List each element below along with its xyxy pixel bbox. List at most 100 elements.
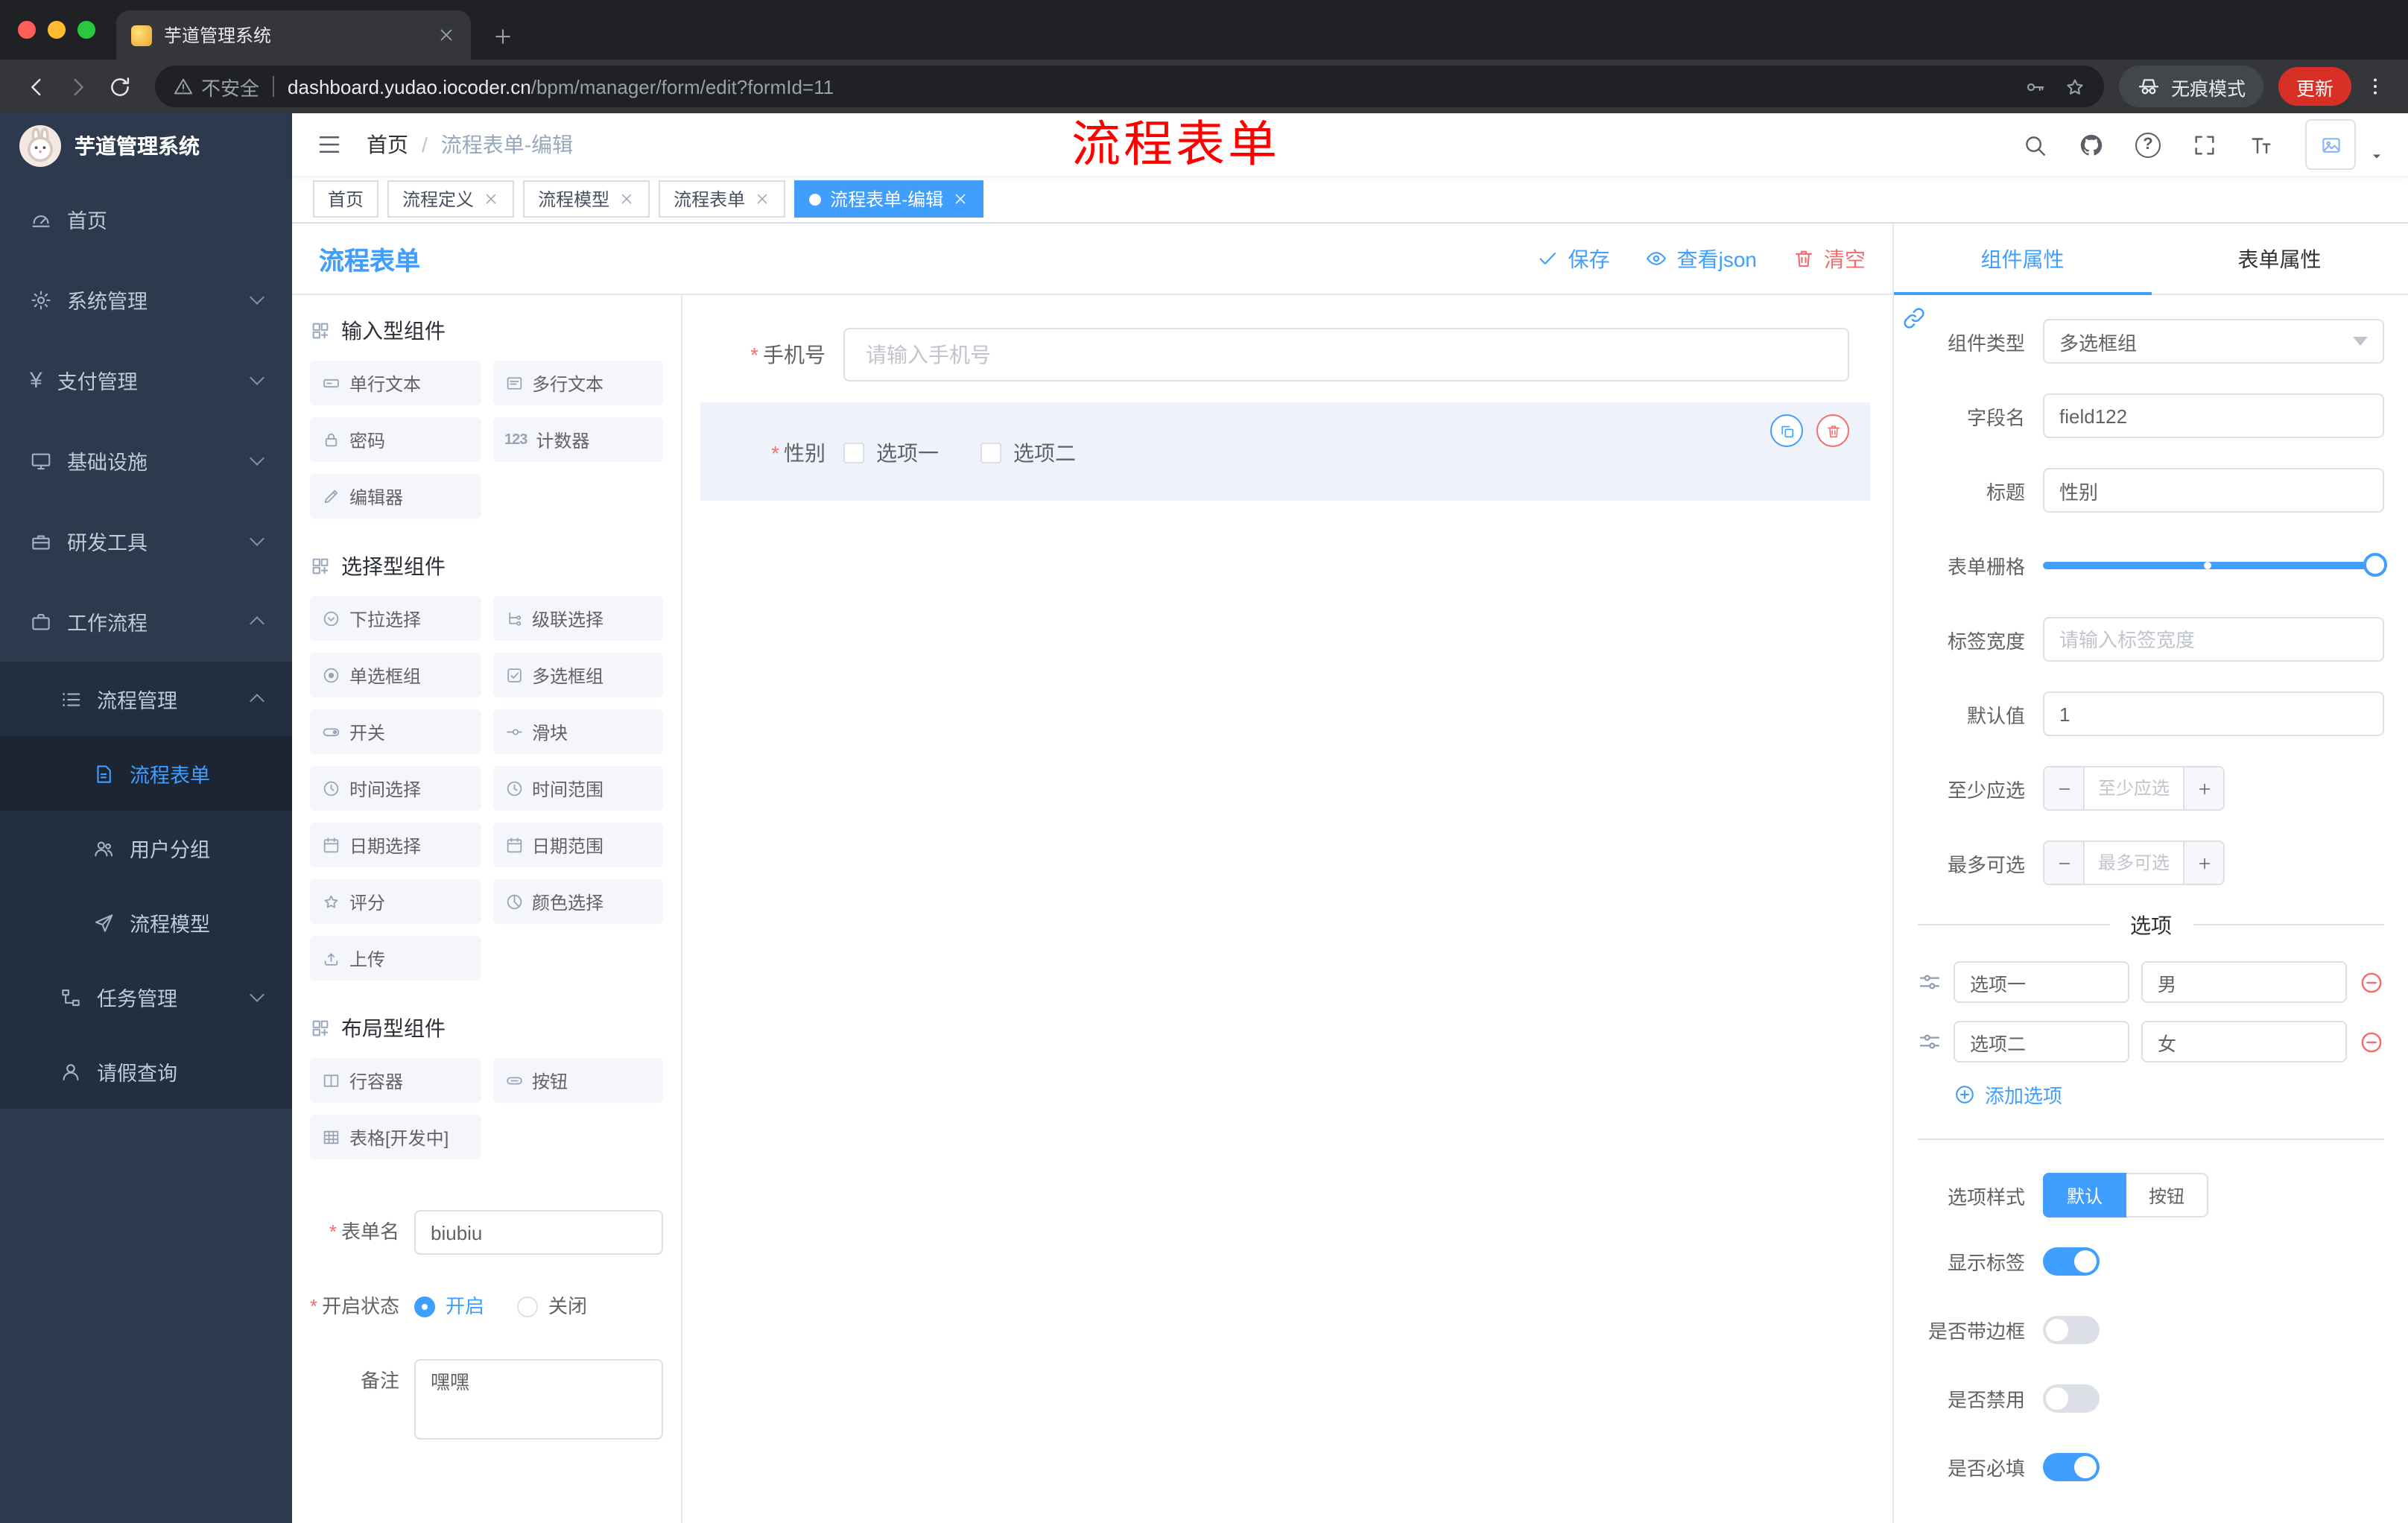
component-switch[interactable]: 开关 <box>310 709 481 754</box>
form-canvas[interactable]: 手机号 性别 选项一 <box>682 295 1892 1523</box>
component-upload[interactable]: 上传 <box>310 936 481 981</box>
sidebar-item-payment[interactable]: ¥ 支付管理 <box>0 340 292 420</box>
option-1-label-input[interactable] <box>1954 961 2129 1003</box>
component-date-picker[interactable]: 日期选择 <box>310 823 481 867</box>
remove-option-icon[interactable] <box>2359 969 2384 995</box>
component-color-picker[interactable]: 颜色选择 <box>492 879 663 924</box>
copy-widget-button[interactable] <box>1770 414 1803 447</box>
status-radio-on[interactable]: 开启 <box>414 1285 484 1329</box>
forward-button[interactable] <box>57 66 98 107</box>
sidebar-item-system[interactable]: 系统管理 <box>0 259 292 340</box>
browser-tab[interactable]: 芋道管理系统 <box>116 10 471 60</box>
drag-handle-icon[interactable] <box>1918 970 1942 994</box>
back-button[interactable] <box>15 66 57 107</box>
clear-button[interactable]: 清空 <box>1793 244 1866 273</box>
update-button[interactable]: 更新 <box>2278 67 2351 106</box>
style-default-button[interactable]: 默认 <box>2043 1173 2127 1218</box>
logo[interactable]: 芋道管理系统 <box>0 113 292 179</box>
slider-handle[interactable] <box>2363 553 2387 577</box>
zoom-window-button[interactable] <box>77 21 95 39</box>
phone-input[interactable] <box>843 328 1849 381</box>
stepper-plus-button[interactable] <box>2183 767 2223 809</box>
minimize-window-button[interactable] <box>48 21 66 39</box>
sidebar-toggle-icon[interactable] <box>316 131 343 158</box>
component-cascader[interactable]: 级联选择 <box>492 596 663 641</box>
remark-textarea[interactable]: 嘿嘿 <box>414 1359 663 1440</box>
close-tag-icon[interactable] <box>754 191 770 207</box>
save-button[interactable]: 保存 <box>1537 244 1610 273</box>
github-icon[interactable] <box>2079 132 2104 157</box>
option-1-value-input[interactable] <box>2141 961 2347 1003</box>
max-select-input[interactable] <box>2085 842 2183 884</box>
label-width-input[interactable] <box>2043 617 2384 662</box>
sidebar-item-leave-query[interactable]: 请假查询 <box>0 1034 292 1109</box>
component-radio-group[interactable]: 单选框组 <box>310 653 481 697</box>
sidebar-item-infra[interactable]: 基础设施 <box>0 420 292 501</box>
help-icon[interactable]: ? <box>2135 132 2161 157</box>
component-type-select[interactable]: 多选框组 <box>2043 319 2384 364</box>
min-select-input[interactable] <box>2085 767 2183 809</box>
close-tag-icon[interactable] <box>952 191 969 207</box>
component-time-range[interactable]: 时间范围 <box>492 766 663 811</box>
remove-option-icon[interactable] <box>2359 1029 2384 1054</box>
stepper-minus-button[interactable] <box>2044 767 2085 809</box>
font-size-icon[interactable] <box>2249 132 2274 157</box>
canvas-field-gender-selected[interactable]: 性别 选项一 选项二 <box>700 402 1870 501</box>
tab-form-props[interactable]: 表单属性 <box>2151 224 2408 294</box>
border-switch[interactable] <box>2043 1316 2100 1344</box>
delete-widget-button[interactable] <box>1816 414 1849 447</box>
component-rate[interactable]: 评分 <box>310 879 481 924</box>
component-checkbox-group[interactable]: 多选框组 <box>492 653 663 697</box>
close-tag-icon[interactable] <box>483 191 499 207</box>
field-name-input[interactable] <box>2043 393 2384 438</box>
option-2-value-input[interactable] <box>2141 1021 2347 1063</box>
view-json-button[interactable]: 查看json <box>1646 244 1757 273</box>
component-button[interactable]: 按钮 <box>492 1058 663 1103</box>
search-icon[interactable] <box>2022 132 2047 157</box>
link-icon[interactable] <box>1901 305 1927 335</box>
style-button-button[interactable]: 按钮 <box>2126 1173 2209 1218</box>
required-switch[interactable] <box>2043 1453 2100 1481</box>
tag-process-definition[interactable]: 流程定义 <box>387 180 515 218</box>
show-label-switch[interactable] <box>2043 1247 2100 1276</box>
breadcrumb-home[interactable]: 首页 <box>367 130 408 159</box>
tab-component-props[interactable]: 组件属性 <box>1894 224 2151 295</box>
component-password[interactable]: 密码 <box>310 417 481 462</box>
address-bar[interactable]: 不安全 dashboard.yudao.iocoder.cn /bpm/mana… <box>155 66 2104 107</box>
form-name-input[interactable] <box>414 1210 663 1255</box>
sidebar-item-process-mgmt[interactable]: 流程管理 <box>0 662 292 736</box>
component-single-line-text[interactable]: 单行文本 <box>310 361 481 405</box>
close-window-button[interactable] <box>18 21 36 39</box>
drag-handle-icon[interactable] <box>1918 1030 1942 1054</box>
reload-button[interactable] <box>98 66 140 107</box>
canvas-field-phone[interactable]: 手机号 <box>700 328 1870 381</box>
disabled-switch[interactable] <box>2043 1384 2100 1413</box>
bookmark-star-icon[interactable] <box>2064 75 2086 98</box>
gender-option-2-checkbox[interactable]: 选项二 <box>980 438 1076 468</box>
component-select[interactable]: 下拉选择 <box>310 596 481 641</box>
key-icon[interactable] <box>2024 75 2046 98</box>
component-table[interactable]: 表格[开发中] <box>310 1115 481 1159</box>
tag-home[interactable]: 首页 <box>313 180 379 218</box>
user-avatar[interactable] <box>2305 119 2356 170</box>
stepper-minus-button[interactable] <box>2044 842 2085 884</box>
component-date-range[interactable]: 日期范围 <box>492 823 663 867</box>
close-tab-icon[interactable] <box>437 25 456 45</box>
new-tab-button[interactable] <box>492 25 514 48</box>
component-time-picker[interactable]: 时间选择 <box>310 766 481 811</box>
component-slider[interactable]: 滑块 <box>492 709 663 754</box>
sidebar-item-user-group[interactable]: 用户分组 <box>0 811 292 885</box>
sidebar-item-workflow[interactable]: 工作流程 <box>0 581 292 662</box>
tag-process-model[interactable]: 流程模型 <box>523 180 650 218</box>
component-row-container[interactable]: 行容器 <box>310 1058 481 1103</box>
sidebar-item-task-mgmt[interactable]: 任务管理 <box>0 960 292 1034</box>
browser-menu-icon[interactable] <box>2357 75 2393 98</box>
add-option-button[interactable]: 添加选项 <box>1954 1080 2384 1109</box>
tag-process-form[interactable]: 流程表单 <box>659 180 786 218</box>
stepper-plus-button[interactable] <box>2183 842 2223 884</box>
tag-process-form-edit[interactable]: 流程表单-编辑 <box>794 180 984 218</box>
form-grid-slider[interactable] <box>2043 542 2387 587</box>
sidebar-item-home[interactable]: 首页 <box>0 179 292 259</box>
component-editor[interactable]: 编辑器 <box>310 474 481 519</box>
sidebar-item-devtools[interactable]: 研发工具 <box>0 501 292 581</box>
